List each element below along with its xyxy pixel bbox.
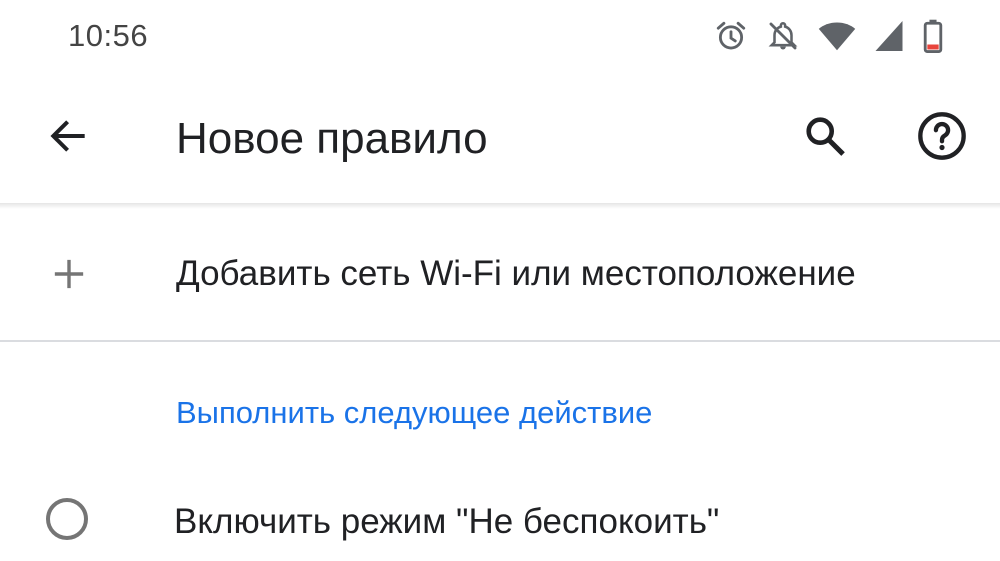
battery-low-icon: [922, 19, 944, 53]
add-wifi-or-location-label: Добавить сеть Wi-Fi или местоположение: [176, 254, 856, 293]
arrow-back-icon: [50, 120, 85, 152]
notifications-off-icon: [766, 19, 800, 53]
plus-icon: [46, 251, 92, 297]
app-bar: Новое правило: [0, 78, 1000, 203]
alarm-icon: [714, 19, 748, 53]
page-title: Новое правило: [176, 114, 488, 163]
radio-button[interactable]: [46, 498, 88, 540]
wifi-icon: [818, 19, 856, 53]
cell-signal-icon: [874, 19, 904, 53]
do-not-disturb-option[interactable]: Включить режим "Не беспокоить": [0, 470, 1000, 561]
search-icon: [806, 117, 845, 156]
status-icons: [714, 18, 944, 54]
search-button[interactable]: [795, 106, 855, 166]
back-button[interactable]: [38, 106, 98, 166]
add-wifi-or-location-row[interactable]: Добавить сеть Wi-Fi или местоположение: [0, 209, 1000, 340]
help-button[interactable]: [912, 106, 972, 166]
option-label: Включить режим "Не беспокоить": [174, 502, 720, 541]
status-bar: 10:56: [0, 0, 1000, 78]
help-icon: [918, 112, 966, 160]
status-time: 10:56: [68, 18, 149, 53]
section-header: Выполнить следующее действие: [176, 395, 653, 430]
divider: [0, 340, 1000, 342]
